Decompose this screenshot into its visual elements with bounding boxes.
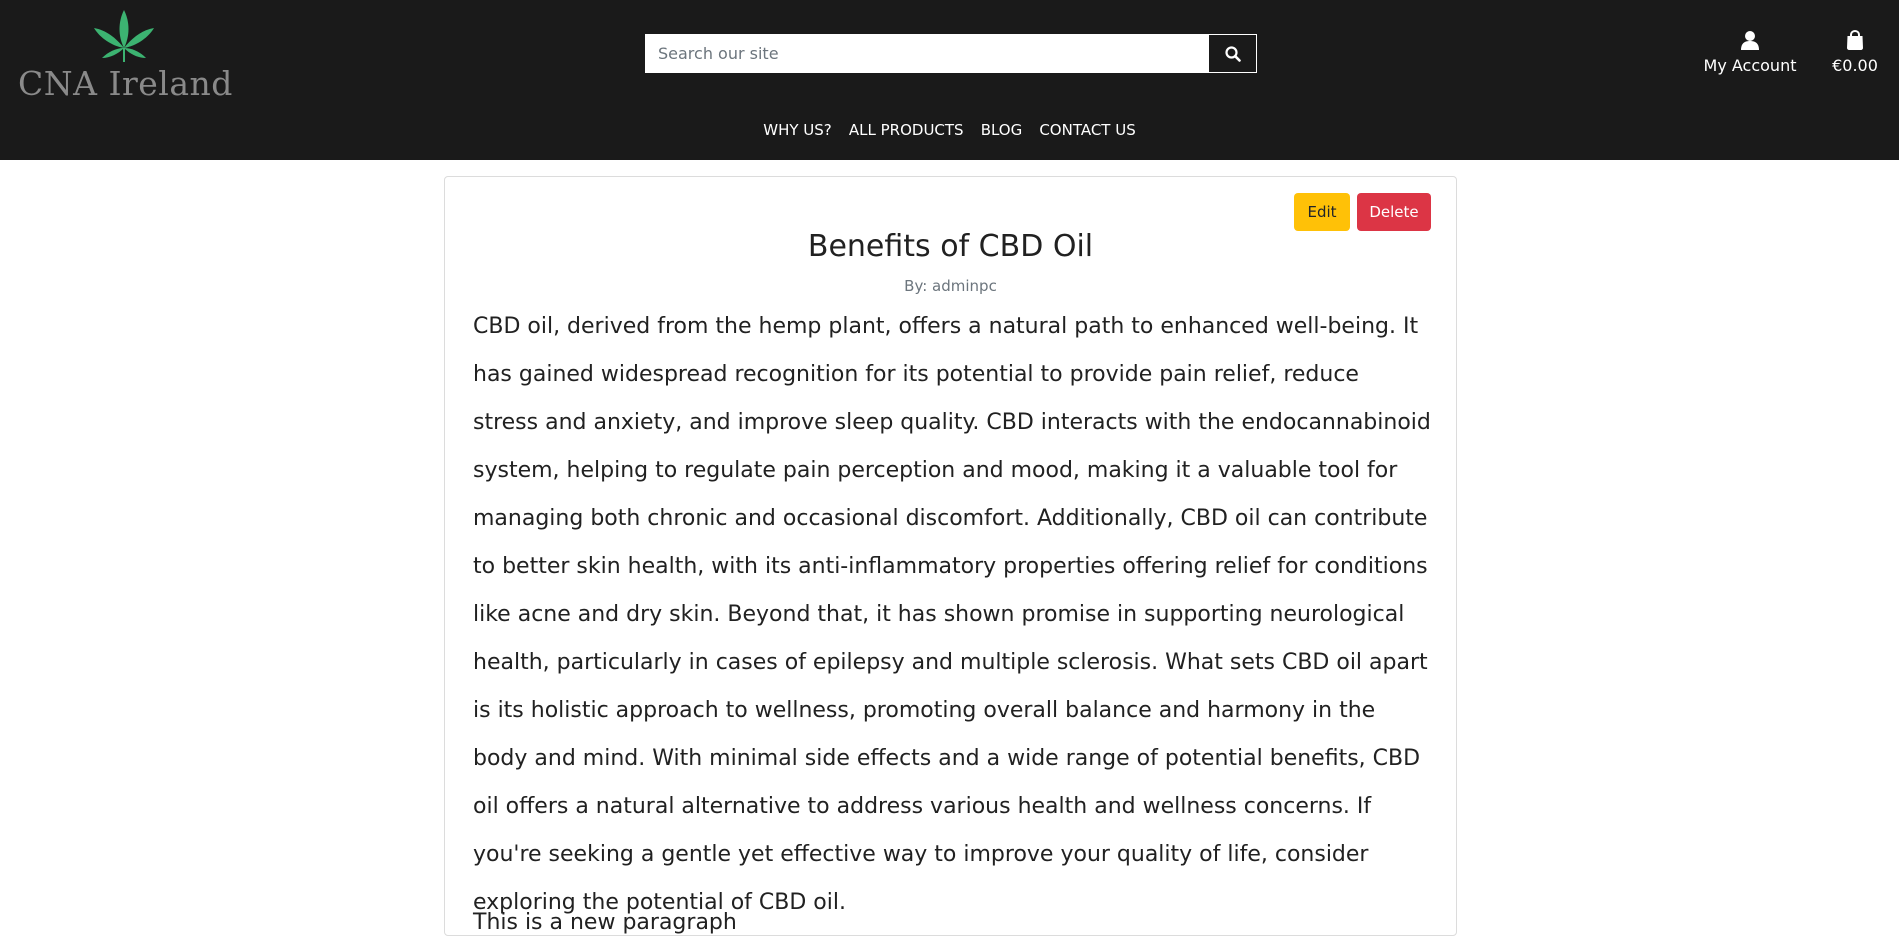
nav-item-contact-us[interactable]: CONTACT US [1039,121,1135,139]
post-body-paragraph-2: This is a new paragraph [473,910,737,935]
site-logo[interactable]: CNA Ireland [18,8,232,104]
my-account-link[interactable]: My Account [1700,30,1800,75]
delete-button[interactable]: Delete [1357,193,1431,231]
bag-total: €0.00 [1832,56,1878,75]
edit-button[interactable]: Edit [1294,193,1350,231]
shopping-bag-link[interactable]: €0.00 [1826,29,1884,75]
post-body-paragraph: CBD oil, derived from the hemp plant, of… [473,314,1431,915]
logo-text: CNA Ireland [18,64,233,103]
post-author: By: adminpc [904,277,997,295]
cannabis-leaf-icon [94,10,154,62]
post-title: Benefits of CBD Oil [807,229,1094,264]
search-input[interactable] [645,34,1208,73]
search-button[interactable] [1208,34,1257,73]
site-header: CNA Ireland My Account €0.00 WHY US? ALL… [0,0,1899,160]
nav-item-why-us[interactable]: WHY US? [763,121,832,139]
nav-item-all-products[interactable]: ALL PRODUCTS [849,121,964,139]
user-icon [1741,31,1759,50]
search-form [645,34,1257,73]
main-nav: WHY US? ALL PRODUCTS BLOG CONTACT US [0,120,1899,139]
blog-post-card: Edit Delete Benefits of CBD Oil By: admi… [444,176,1457,936]
nav-item-blog[interactable]: BLOG [981,121,1023,139]
my-account-label: My Account [1703,56,1797,75]
search-icon [1224,45,1241,62]
shopping-bag-icon [1847,29,1863,50]
